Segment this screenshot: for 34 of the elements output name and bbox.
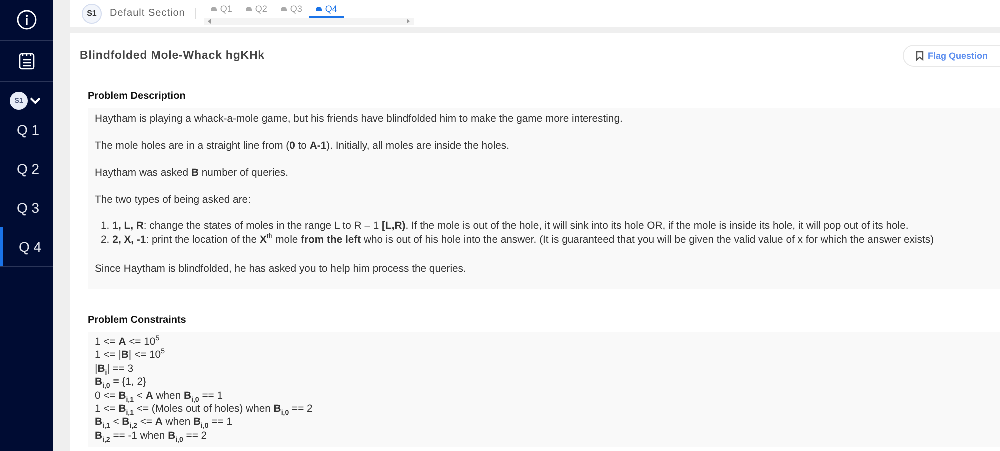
description-paragraph: Haytham is playing a whack-a-mole game, but his friends have blindfolded him to make the game more interesting.: [95, 113, 624, 127]
query-type-item: 1, L, R: change the states of moles in the range L to R – 1 [L,R). If the mole is out of the hole, it will sink into its hole OR, if the mole is inside its hole, it will pop out of its hole.: [112, 220, 909, 233]
constraint-line: |B$_{i}$| == 3: [95, 362, 135, 376]
constraint-line: B$_{i,0}$ = {1, 2}: [95, 376, 148, 390]
constraint-line: B$_{i,1}$ < B$_{i,2}$ <= A when B$_{i,0}$ == 1: [95, 416, 234, 430]
description-paragraph: Haytham was asked B number of queries.: [95, 167, 290, 181]
list-number: 1.: [101, 220, 110, 234]
section-heading: Problem Description: [88, 91, 187, 102]
question-nav-item[interactable]: Q 4: [0, 227, 53, 266]
notepad-icon[interactable]: [18, 52, 34, 70]
flag-question-button[interactable]: Flag Question: [902, 45, 1000, 67]
constraint-line: 1 <= A <= 10$^{5}$: [95, 336, 161, 350]
description-paragraph: The two types of being asked are:: [95, 194, 252, 208]
description-paragraph: The mole holes are in a straight line from (0 to A-1). Initially, all moles are inside the holes.: [95, 140, 510, 154]
constraint-line: 0 <= B$_{i,1}$ < A when B$_{i,0}$ == 1: [95, 390, 224, 404]
bookmark-icon: [916, 51, 924, 61]
question-nav-item[interactable]: Q 3: [0, 188, 53, 227]
question-title: Blindfolded Mole-Whack hgKHk: [80, 50, 265, 62]
description-paragraph: Since Haytham is blindfolded, he has asked you to help him process the queries.: [95, 263, 468, 277]
question-tab[interactable]: Q4: [309, 2, 344, 18]
section-badge: S1: [82, 4, 102, 24]
question-nav-item[interactable]: Q 1: [0, 110, 53, 149]
section-heading: Problem Constraints: [88, 315, 188, 326]
question-nav-item[interactable]: Q 2: [0, 149, 53, 188]
scroll-left-icon[interactable]: [208, 19, 212, 24]
info-icon[interactable]: [16, 10, 36, 30]
constraint-line: B$_{i,2}$ == -1 when B$_{i,0}$ == 2: [95, 430, 208, 444]
section-name: Default Section: [110, 8, 196, 19]
query-type-item: 2, X, -1: print the location of the X$^{th}$ mole from the left who is out of his hole into the answer. (It is guaranteed that you will be given the valid value of x for which the answer exists): [112, 234, 934, 248]
constraint-line: 1 <= |B| <= 10$^{5}$: [95, 349, 166, 363]
scroll-right-icon[interactable]: [406, 19, 410, 24]
constraint-line: 1 <= B$_{i,1}$ <= (Moles out of holes) when B$_{i,0}$ == 2: [95, 404, 314, 416]
chevron-down-icon[interactable]: [30, 97, 41, 105]
list-number: 2.: [101, 234, 110, 248]
